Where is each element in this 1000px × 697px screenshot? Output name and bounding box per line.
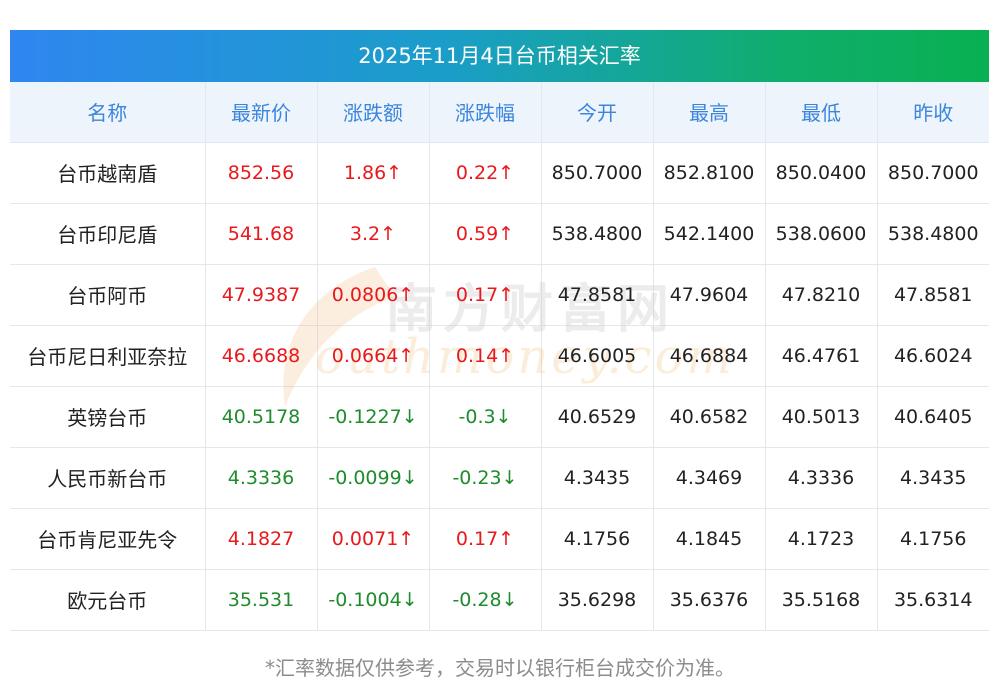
cell-open: 46.6005 <box>541 325 654 387</box>
cell-latest: 47.9387 <box>205 264 318 326</box>
cell-latest: 4.1827 <box>205 508 318 570</box>
cell-change-pct: 0.22↑ <box>429 142 542 204</box>
table-row: 台币尼日利亚奈拉 46.6688 0.0664↑ 0.14↑ 46.6005 46.688… <box>10 325 989 387</box>
cell-change: 3.2↑ <box>317 203 430 265</box>
cell-change-pct: 0.17↑ <box>429 508 542 570</box>
cell-open: 850.7000 <box>541 142 654 204</box>
cell-change: -0.1227↓ <box>317 386 430 448</box>
cell-low: 4.3336 <box>765 447 878 509</box>
cell-low: 4.1723 <box>765 508 878 570</box>
table-header-row: 名称 最新价 涨跌额 涨跌幅 今开 最高 最低 昨收 <box>10 82 989 143</box>
cell-name: 台币印尼盾 <box>10 203 206 265</box>
cell-open: 4.3435 <box>541 447 654 509</box>
cell-low: 538.0600 <box>765 203 878 265</box>
cell-name: 人民币新台币 <box>10 447 206 509</box>
cell-high: 4.1845 <box>653 508 766 570</box>
cell-name: 台币尼日利亚奈拉 <box>10 325 206 387</box>
cell-latest: 46.6688 <box>205 325 318 387</box>
cell-change-pct: -0.28↓ <box>429 569 542 631</box>
header-latest: 最新价 <box>205 82 318 143</box>
rates-panel: 2025年11月4日台币相关汇率 名称 最新价 涨跌额 涨跌幅 今开 最高 最低… <box>10 30 989 631</box>
cell-change: 0.0806↑ <box>317 264 430 326</box>
cell-change: 0.0071↑ <box>317 508 430 570</box>
cell-prev-close: 4.3435 <box>877 447 989 509</box>
cell-latest: 852.56 <box>205 142 318 204</box>
cell-name: 台币越南盾 <box>10 142 206 204</box>
cell-high: 852.8100 <box>653 142 766 204</box>
cell-low: 850.0400 <box>765 142 878 204</box>
header-change-pct: 涨跌幅 <box>429 82 542 143</box>
cell-prev-close: 4.1756 <box>877 508 989 570</box>
cell-high: 542.1400 <box>653 203 766 265</box>
cell-low: 46.4761 <box>765 325 878 387</box>
table-row: 台币印尼盾 541.68 3.2↑ 0.59↑ 538.4800 542.1400 538.… <box>10 203 989 265</box>
table-row: 台币越南盾 852.56 1.86↑ 0.22↑ 850.7000 852.8100 850… <box>10 142 989 204</box>
cell-change-pct: -0.23↓ <box>429 447 542 509</box>
table-row: 人民币新台币 4.3336 -0.0099↓ -0.23↓ 4.3435 4.3469 4.… <box>10 447 989 509</box>
footnote: *汇率数据仅供参考，交易时以银行柜台成交价为准。 <box>265 656 735 680</box>
cell-prev-close: 40.6405 <box>877 386 989 448</box>
cell-change-pct: 0.14↑ <box>429 325 542 387</box>
cell-prev-close: 35.6314 <box>877 569 989 631</box>
header-name: 名称 <box>10 82 206 143</box>
cell-change: -0.1004↓ <box>317 569 430 631</box>
cell-prev-close: 850.7000 <box>877 142 989 204</box>
cell-latest: 40.5178 <box>205 386 318 448</box>
cell-low: 47.8210 <box>765 264 878 326</box>
cell-high: 35.6376 <box>653 569 766 631</box>
cell-name: 台币肯尼亚先令 <box>10 508 206 570</box>
cell-name: 欧元台币 <box>10 569 206 631</box>
header-prev-close: 昨收 <box>877 82 989 143</box>
cell-high: 47.9604 <box>653 264 766 326</box>
table-area: 名称 最新价 涨跌额 涨跌幅 今开 最高 最低 昨收 台币越南盾 852.56 1.… <box>10 82 989 631</box>
cell-open: 538.4800 <box>541 203 654 265</box>
cell-open: 40.6529 <box>541 386 654 448</box>
cell-low: 40.5013 <box>765 386 878 448</box>
cell-prev-close: 538.4800 <box>877 203 989 265</box>
header-low: 最低 <box>765 82 878 143</box>
cell-prev-close: 46.6024 <box>877 325 989 387</box>
cell-high: 40.6582 <box>653 386 766 448</box>
cell-change: 0.0664↑ <box>317 325 430 387</box>
cell-prev-close: 47.8581 <box>877 264 989 326</box>
cell-change-pct: -0.3↓ <box>429 386 542 448</box>
cell-high: 46.6884 <box>653 325 766 387</box>
header-high: 最高 <box>653 82 766 143</box>
cell-change-pct: 0.59↑ <box>429 203 542 265</box>
cell-name: 英镑台币 <box>10 386 206 448</box>
table-title: 2025年11月4日台币相关汇率 <box>10 30 989 82</box>
table-row: 台币阿币 47.9387 0.0806↑ 0.17↑ 47.8581 47.9604 47.… <box>10 264 989 326</box>
table-row: 台币肯尼亚先令 4.1827 0.0071↑ 0.17↑ 4.1756 4.1845 4.1… <box>10 508 989 570</box>
cell-open: 4.1756 <box>541 508 654 570</box>
cell-change: 1.86↑ <box>317 142 430 204</box>
table-row: 欧元台币 35.531 -0.1004↓ -0.28↓ 35.6298 35.6376 35… <box>10 569 989 631</box>
cell-name: 台币阿币 <box>10 264 206 326</box>
cell-open: 47.8581 <box>541 264 654 326</box>
header-change: 涨跌额 <box>317 82 430 143</box>
cell-low: 35.5168 <box>765 569 878 631</box>
cell-change-pct: 0.17↑ <box>429 264 542 326</box>
cell-change: -0.0099↓ <box>317 447 430 509</box>
cell-high: 4.3469 <box>653 447 766 509</box>
cell-open: 35.6298 <box>541 569 654 631</box>
table-row: 英镑台币 40.5178 -0.1227↓ -0.3↓ 40.6529 40.6582 40… <box>10 386 989 448</box>
cell-latest: 35.531 <box>205 569 318 631</box>
exchange-rate-table: 名称 最新价 涨跌额 涨跌幅 今开 最高 最低 昨收 台币越南盾 852.56 1.… <box>10 82 989 631</box>
header-open: 今开 <box>541 82 654 143</box>
cell-latest: 541.68 <box>205 203 318 265</box>
cell-latest: 4.3336 <box>205 447 318 509</box>
